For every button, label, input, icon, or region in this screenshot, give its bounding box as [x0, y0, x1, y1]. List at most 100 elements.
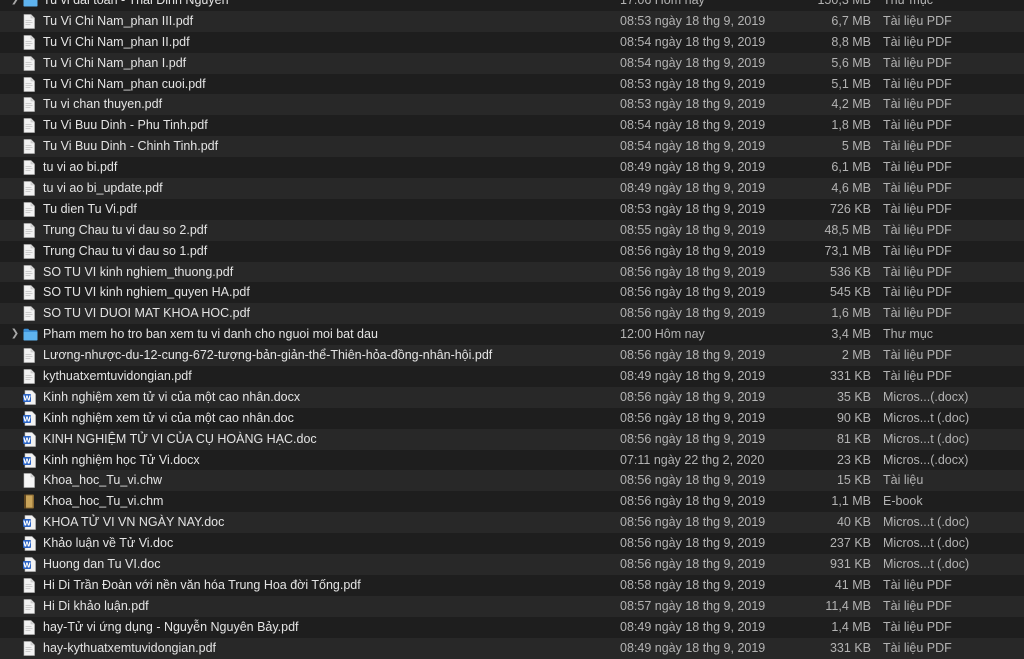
date-modified: 08:56 ngày 18 thg 9, 2019 — [620, 389, 766, 404]
pdf-file-icon — [23, 118, 37, 134]
file-list: ❯ Tu vi dai toan - Thai Dinh Nguyen 17:06 … — [0, 0, 1024, 659]
file-kind: Tài liệu PDF — [883, 55, 952, 70]
date-modified: 08:49 ngày 18 thg 9, 2019 — [620, 640, 766, 655]
file-size: 11,4 MB — [825, 598, 871, 613]
file-kind: Micros...t (.doc) — [883, 431, 970, 446]
file-row[interactable]: Tu Vi Buu Dinh - Phu Tinh.pdf 08:54 ngày … — [0, 115, 1024, 136]
pdf-file-icon — [23, 264, 37, 280]
date-modified: 08:56 ngày 18 thg 9, 2019 — [620, 264, 766, 279]
date-modified: 08:56 ngày 18 thg 9, 2019 — [620, 410, 766, 425]
folder-icon — [23, 0, 38, 8]
file-name: SO TU VI kinh nghiem_quyen HA.pdf — [43, 285, 250, 300]
file-row[interactable]: W Kinh nghiệm xem tử vi của một cao nhân.… — [0, 386, 1024, 408]
pdf-file-icon — [23, 578, 37, 593]
date-modified: 08:56 ngày 18 thg 9, 2019 — [620, 515, 766, 530]
file-row[interactable]: SO TU VI DUOI MAT KHOA HOC.pdf 08:56 ngày… — [0, 303, 1024, 325]
file-name: Khảo luận về Tử Vi.doc — [43, 536, 174, 551]
file-row[interactable]: Tu Vi Chi Nam_phan I.pdf 08:54 ngày 18 th… — [0, 52, 1024, 74]
file-name: Kinh nghiệm xem tử vi của một cao nhân.d… — [43, 389, 301, 404]
file-size: 81 KB — [836, 431, 871, 446]
file-name: Tu dien Tu Vi.pdf — [43, 201, 137, 216]
date-modified: 08:53 ngày 18 thg 9, 2019 — [620, 76, 766, 91]
pdf-file-icon — [23, 202, 37, 217]
disclosure-chevron-icon[interactable]: ❯ — [10, 324, 20, 345]
folder-row[interactable]: ❯ Pham mem ho tro ban xem tu vi danh cho … — [0, 324, 1024, 345]
file-row[interactable]: hay-kythuatxemtuvidongian.pdf 08:49 ngày … — [0, 637, 1024, 659]
pdf-file-icon — [23, 599, 37, 614]
date-modified: 08:49 ngày 18 thg 9, 2019 — [620, 619, 766, 634]
file-size: 35 KB — [836, 389, 871, 404]
file-row[interactable]: Tu Vi Chi Nam_phan II.pdf 08:54 ngày 18 t… — [0, 32, 1024, 53]
folder-row[interactable]: ❯ Tu vi dai toan - Thai Dinh Nguyen 17:06 … — [0, 0, 1024, 11]
ebook-icon — [23, 494, 37, 509]
date-modified: 08:56 ngày 18 thg 9, 2019 — [620, 473, 766, 488]
file-row[interactable]: Khoa_hoc_Tu_vi.chw 08:56 ngày 18 thg 9, 2… — [0, 470, 1024, 492]
file-kind: Micros...t (.doc) — [883, 557, 970, 572]
file-size: 15 KB — [836, 473, 871, 488]
file-size: 73,1 MB — [824, 243, 871, 258]
file-name: Tu Vi Buu Dinh - Phu Tinh.pdf — [43, 118, 208, 133]
date-modified: 08:58 ngày 18 thg 9, 2019 — [620, 577, 766, 592]
file-row[interactable]: tu vi ao bi.pdf 08:49 ngày 18 thg 9, 2019… — [0, 157, 1024, 178]
file-row[interactable]: Tu vi chan thuyen.pdf 08:53 ngày 18 thg 9… — [0, 94, 1024, 116]
file-row[interactable]: tu vi ao bi_update.pdf 08:49 ngày 18 thg … — [0, 178, 1024, 199]
date-modified: 08:54 ngày 18 thg 9, 2019 — [620, 34, 766, 49]
file-size: 726 KB — [829, 201, 871, 216]
date-modified: 08:49 ngày 18 thg 9, 2019 — [620, 181, 766, 196]
file-name: Trung Chau tu vi dau so 1.pdf — [43, 243, 208, 258]
file-name: Tu Vi Chi Nam_phan cuoi.pdf — [43, 76, 206, 91]
file-row[interactable]: kythuatxemtuvidongian.pdf 08:49 ngày 18 t… — [0, 366, 1024, 387]
file-name: Kinh nghiệm xem tử vi của một cao nhân.d… — [43, 410, 294, 425]
file-row[interactable]: Trung Chau tu vi dau so 2.pdf 08:55 ngày … — [0, 219, 1024, 241]
file-name: Khoa_hoc_Tu_vi.chm — [43, 494, 164, 509]
pdf-file-icon — [23, 222, 37, 238]
file-kind: Thư mục — [883, 0, 934, 7]
file-size: 40 KB — [836, 515, 871, 530]
date-modified: 08:57 ngày 18 thg 9, 2019 — [620, 598, 766, 613]
word-doc-icon: W — [23, 411, 37, 426]
date-modified: 08:49 ngày 18 thg 9, 2019 — [620, 160, 766, 175]
word-doc-icon: W — [23, 390, 37, 405]
file-kind: Tài liệu PDF — [883, 160, 952, 175]
file-name: kythuatxemtuvidongian.pdf — [43, 369, 192, 384]
file-row[interactable]: Trung Chau tu vi dau so 1.pdf 08:56 ngày … — [0, 241, 1024, 262]
pdf-file-icon — [23, 285, 37, 301]
file-row[interactable]: W Huong dan Tu VI.doc 08:56 ngày 18 thg 9,… — [0, 554, 1024, 575]
date-modified: 08:56 ngày 18 thg 9, 2019 — [620, 285, 766, 300]
file-row[interactable]: SO TU VI kinh nghiem_quyen HA.pdf 08:56 n… — [0, 282, 1024, 303]
file-kind: Tài liệu PDF — [883, 285, 952, 300]
file-row[interactable]: W Khảo luận về Tử Vi.doc 08:56 ngày 18 thg… — [0, 533, 1024, 554]
file-row[interactable]: Khoa_hoc_Tu_vi.chm 08:56 ngày 18 thg 9, 2… — [0, 491, 1024, 512]
file-row[interactable]: Hi Di Trần Đoàn với nền văn hóa Trung Ho… — [0, 575, 1024, 596]
file-row[interactable]: Tu Vi Chi Nam_phan III.pdf 08:53 ngày 18 … — [0, 10, 1024, 32]
file-size: 5 MB — [841, 139, 871, 154]
file-row[interactable]: W KINH NGHIỆM TỬ VI CỦA CỤ HOÀNG HẠC.doc 0… — [0, 428, 1024, 450]
file-name: Hi Di Trần Đoàn với nền văn hóa Trung Ho… — [43, 577, 361, 592]
file-row[interactable]: Lương-nhược-du-12-cung-672-tượng-bản-giả… — [0, 345, 1024, 367]
file-size: 41 MB — [834, 577, 871, 592]
file-row[interactable]: W Kinh nghiệm học Tử Vi.docx 07:11 ngày 22… — [0, 450, 1024, 471]
file-row[interactable]: W Kinh nghiệm xem tử vi của một cao nhân.… — [0, 408, 1024, 429]
file-kind: Tài liệu PDF — [883, 598, 952, 613]
file-row[interactable]: W KHOA TỬ VI VN NGÀY NAY.doc 08:56 ngày 18… — [0, 512, 1024, 534]
file-size: 5,1 MB — [831, 76, 871, 91]
file-size: 331 KB — [829, 640, 871, 655]
file-name: Trung Chau tu vi dau so 2.pdf — [43, 222, 208, 237]
file-name: KHOA TỬ VI VN NGÀY NAY.doc — [43, 515, 225, 530]
file-name: Tu Vi Chi Nam_phan I.pdf — [43, 55, 187, 70]
date-modified: 08:56 ngày 18 thg 9, 2019 — [620, 348, 766, 363]
pdf-file-icon — [23, 181, 37, 196]
file-size: 6,7 MB — [831, 13, 871, 28]
file-size: 237 KB — [829, 536, 871, 551]
disclosure-chevron-icon[interactable]: ❯ — [10, 0, 20, 11]
file-size: 150,3 MB — [817, 0, 871, 7]
file-row[interactable]: Tu Vi Buu Dinh - Chinh Tinh.pdf 08:54 ngà… — [0, 136, 1024, 158]
file-kind: Tài liệu — [883, 473, 924, 488]
file-kind: Micros...t (.doc) — [883, 536, 970, 551]
file-row[interactable]: Hi Di khảo luận.pdf 08:57 ngày 18 thg 9, … — [0, 595, 1024, 617]
file-row[interactable]: SO TU VI kinh nghiem_thuong.pdf 08:56 ngà… — [0, 261, 1024, 283]
file-row[interactable]: Tu Vi Chi Nam_phan cuoi.pdf 08:53 ngày 18… — [0, 74, 1024, 95]
file-kind: Tài liệu PDF — [883, 139, 952, 154]
file-row[interactable]: hay-Tử vi ứng dụng - Nguyễn Nguyên Bảy.p… — [0, 617, 1024, 638]
file-row[interactable]: Tu dien Tu Vi.pdf 08:53 ngày 18 thg 9, 20… — [0, 199, 1024, 220]
